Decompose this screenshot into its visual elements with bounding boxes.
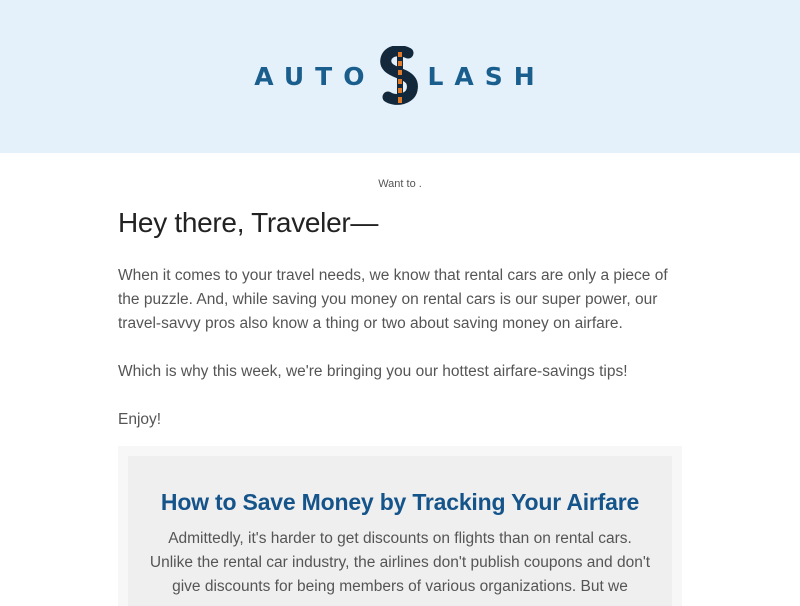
email-body: Hey there, Traveler— When it comes to yo… <box>118 200 682 432</box>
article-title[interactable]: How to Save Money by Tracking Your Airfa… <box>128 456 672 515</box>
article-card-inner: How to Save Money by Tracking Your Airfa… <box>128 456 672 606</box>
tips-paragraph: Which is why this week, we're bringing y… <box>118 363 628 380</box>
autoslash-logo[interactable]: AUTO LASH <box>0 46 800 106</box>
logo-text-lash: LASH <box>427 61 546 91</box>
logo-text-auto: AUTO <box>254 61 376 91</box>
dollar-road-icon <box>380 46 419 105</box>
greeting-heading: Hey there, Traveler— <box>118 207 379 238</box>
enjoy-paragraph: Enjoy! <box>118 411 162 428</box>
article-card: How to Save Money by Tracking Your Airfa… <box>118 446 682 606</box>
preheader-text: Want to . <box>378 178 422 190</box>
intro-paragraph: When it comes to your travel needs, we k… <box>118 267 668 332</box>
email-header: AUTO LASH <box>0 0 800 153</box>
article-body: Admittedly, it's harder to get discounts… <box>149 530 651 595</box>
